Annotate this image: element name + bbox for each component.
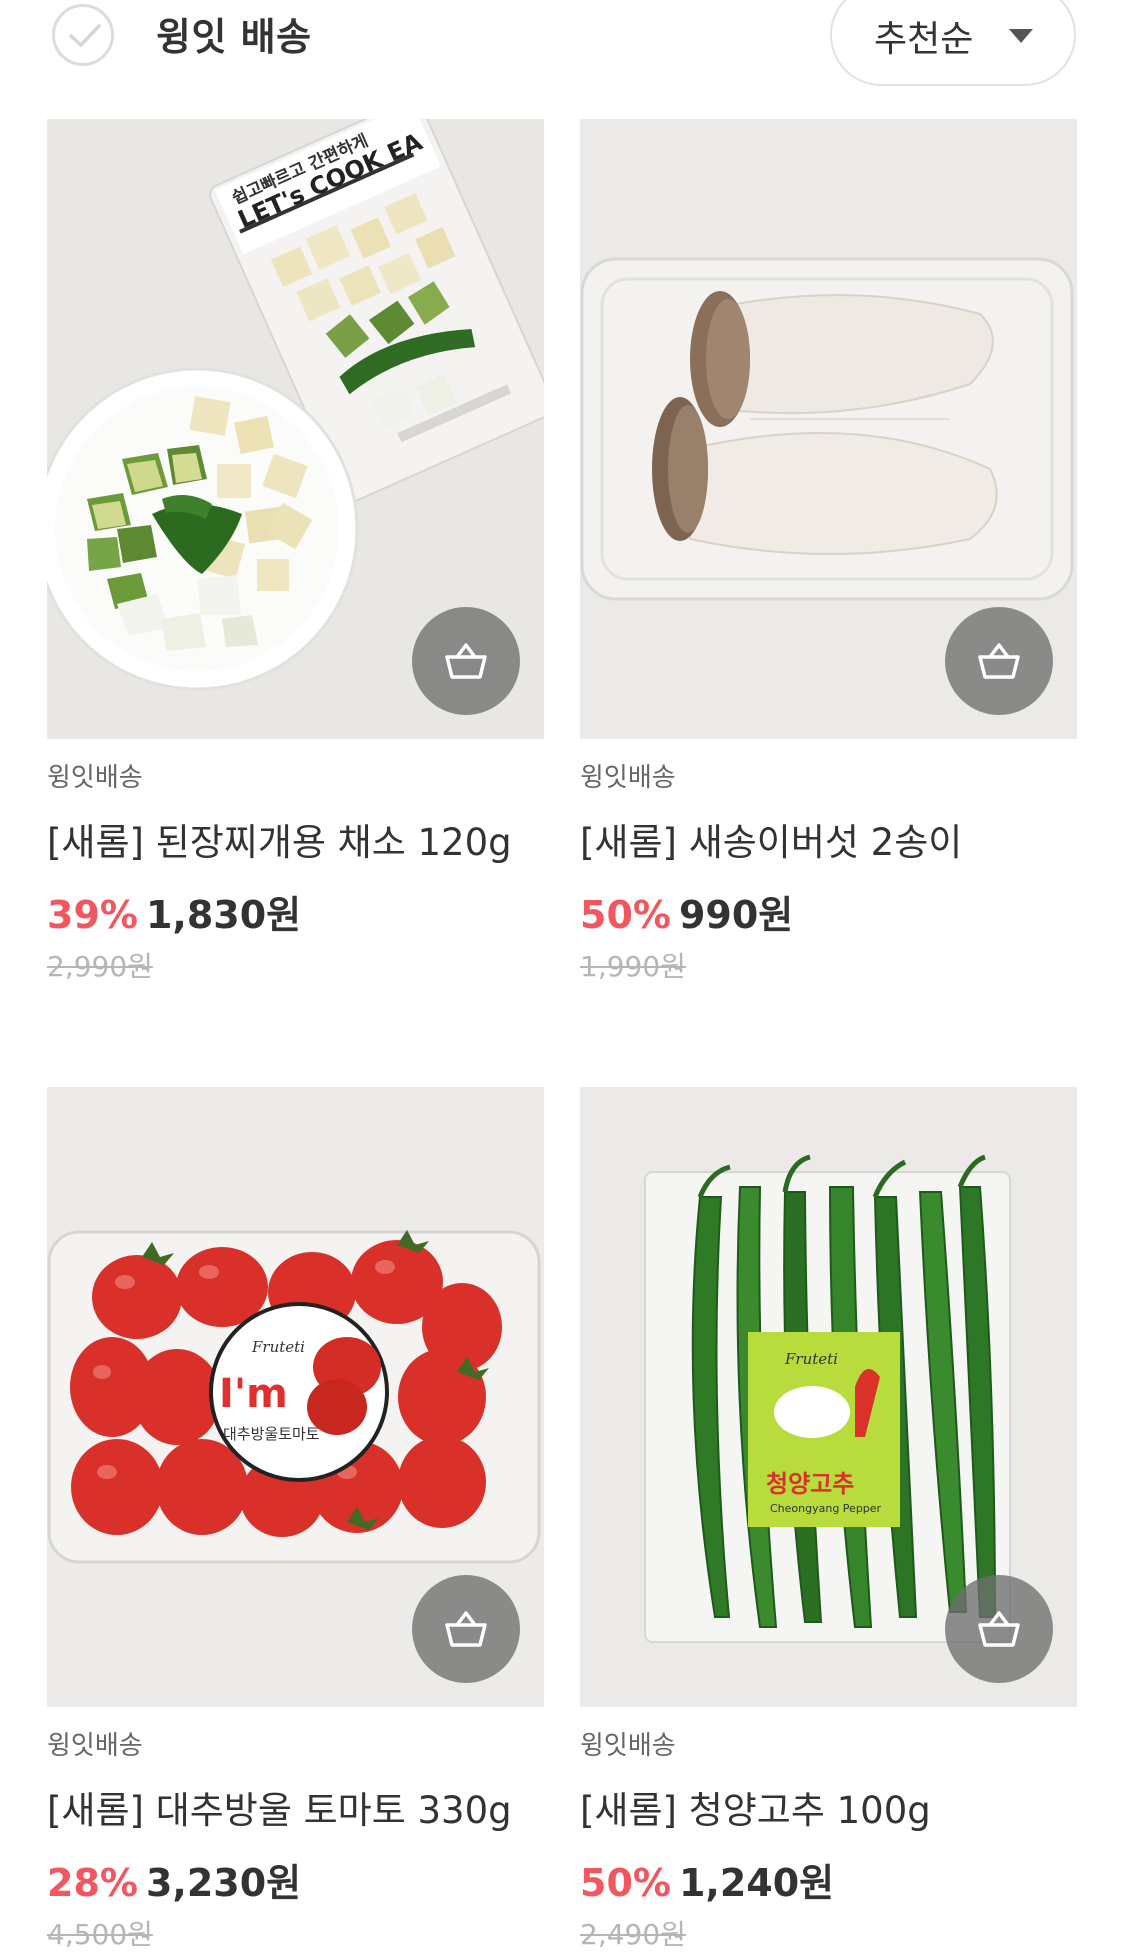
price-row: 28% 3,230원 xyxy=(47,1855,544,1911)
product-image[interactable]: Fruteti 청양고추 Cheongyang Pepper xyxy=(580,1087,1077,1707)
label-product: 청양고추 xyxy=(766,1470,854,1498)
sort-label: 추천순 xyxy=(874,19,974,60)
discount-rate: 39% xyxy=(47,893,138,937)
delivery-filter-label[interactable]: 윙잇 배송 xyxy=(156,6,312,61)
product-image[interactable] xyxy=(580,119,1077,739)
discount-rate: 50% xyxy=(580,893,671,937)
product-name[interactable]: [새롬] 새송이버섯 2송이 xyxy=(580,817,1077,869)
add-to-cart-button[interactable] xyxy=(412,607,520,715)
discount-rate: 28% xyxy=(47,1861,138,1905)
price-row: 50% 1,240원 xyxy=(580,1855,1077,1911)
price-row: 39% 1,830원 xyxy=(47,887,544,943)
label-im: I'm xyxy=(219,1371,288,1417)
sale-price: 3,230원 xyxy=(145,1861,302,1905)
discount-rate: 50% xyxy=(580,1861,671,1905)
label-brand: Fruteti xyxy=(784,1350,838,1368)
product-card[interactable]: Fruteti I'm 대추방울토마토 윙잇배송 [새롬] 대추방울 토마토 3… xyxy=(47,1087,544,1955)
cart-basket-icon xyxy=(978,1611,1020,1647)
cart-basket-icon xyxy=(445,643,487,679)
add-to-cart-button[interactable] xyxy=(945,607,1053,715)
add-to-cart-button[interactable] xyxy=(412,1575,520,1683)
seller-label: 윙잇배송 xyxy=(580,763,676,793)
price-row: 50% 990원 xyxy=(580,887,1077,943)
original-price: 4,500원 xyxy=(47,1918,153,1951)
product-card[interactable]: 윙잇배송 [새롬] 새송이버섯 2송이 50% 990원 1,990원 xyxy=(580,119,1077,987)
seller-label: 윙잇배송 xyxy=(47,1731,143,1761)
sale-price: 990원 xyxy=(678,893,794,937)
filter-bar: 윙잇 배송 추천순 xyxy=(0,0,1123,92)
label-product: 대추방울토마토 xyxy=(223,1425,320,1443)
check-icon xyxy=(69,24,101,47)
cart-basket-icon xyxy=(978,643,1020,679)
original-price: 2,990원 xyxy=(47,950,153,983)
product-card[interactable]: Fruteti 청양고추 Cheongyang Pepper 윙잇배송 [새롬]… xyxy=(580,1087,1077,1955)
sort-dropdown[interactable]: 추천순 xyxy=(830,0,1076,86)
product-name[interactable]: [새롬] 된장찌개용 채소 120g xyxy=(47,817,544,869)
add-to-cart-button[interactable] xyxy=(945,1575,1053,1683)
sale-price: 1,240원 xyxy=(678,1861,835,1905)
seller-label: 윙잇배송 xyxy=(47,763,143,793)
product-image[interactable]: 쉽고빠르고 간편하게 LET's COOK EA xyxy=(47,119,544,739)
label-brand: Fruteti xyxy=(251,1338,305,1356)
product-card[interactable]: 쉽고빠르고 간편하게 LET's COOK EA 윙잇배송 [새롬] 된장찌개용… xyxy=(47,119,544,987)
caret-down-icon xyxy=(1009,29,1033,43)
cart-basket-icon xyxy=(445,1611,487,1647)
original-price: 2,490원 xyxy=(580,1918,686,1951)
product-name[interactable]: [새롬] 청양고추 100g xyxy=(580,1785,1077,1837)
original-price: 1,990원 xyxy=(580,950,686,983)
product-image[interactable]: Fruteti I'm 대추방울토마토 xyxy=(47,1087,544,1707)
seller-label: 윙잇배송 xyxy=(580,1731,676,1761)
label-english: Cheongyang Pepper xyxy=(770,1502,882,1515)
select-all-checkbox[interactable] xyxy=(52,4,114,66)
product-name[interactable]: [새롬] 대추방울 토마토 330g xyxy=(47,1785,544,1837)
sale-price: 1,830원 xyxy=(145,893,302,937)
